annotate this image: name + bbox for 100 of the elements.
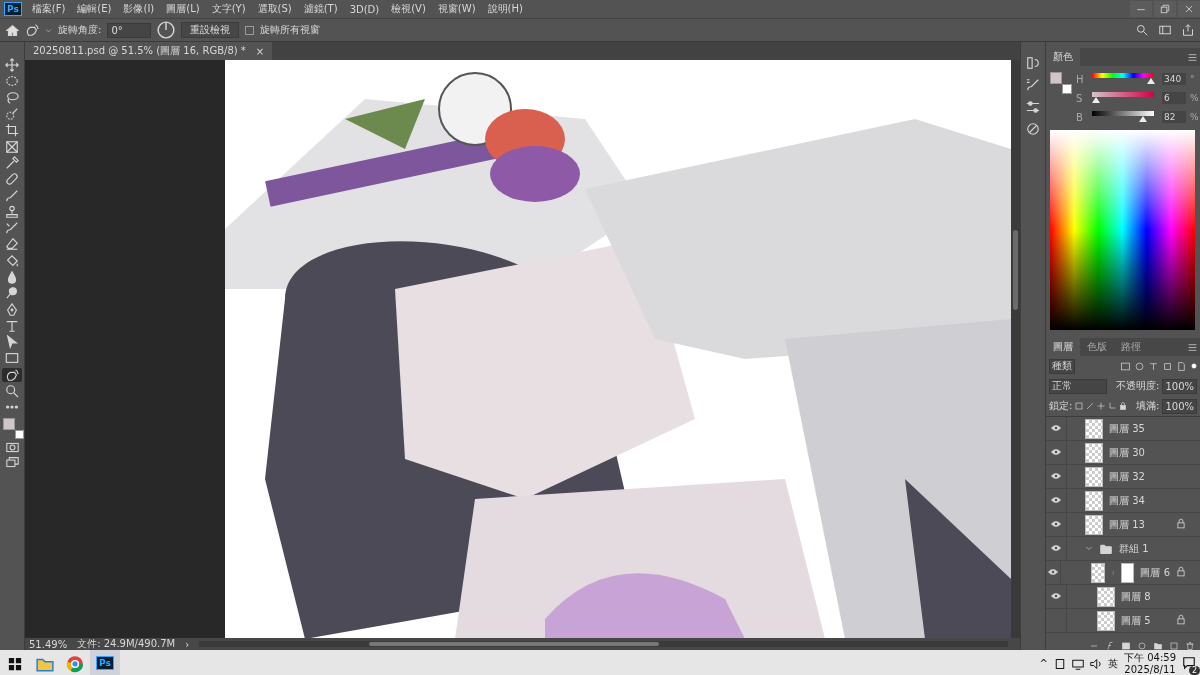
brush-icon[interactable] bbox=[1086, 402, 1095, 410]
eye-icon[interactable] bbox=[1047, 566, 1060, 577]
checkbox[interactable] bbox=[245, 25, 255, 35]
tray-caret[interactable]: ^ bbox=[1039, 658, 1048, 669]
menu-item[interactable]: 檢視(V) bbox=[389, 2, 428, 16]
pointer-icon[interactable] bbox=[5, 335, 19, 350]
rotate-hand-icon[interactable] bbox=[5, 367, 19, 382]
menu-item[interactable]: 檔案(F) bbox=[29, 2, 68, 16]
share-icon[interactable] bbox=[1182, 24, 1194, 36]
menu-item[interactable]: 文字(Y) bbox=[209, 2, 248, 16]
eye-icon[interactable] bbox=[1050, 542, 1062, 553]
device-icon[interactable] bbox=[1054, 657, 1066, 670]
layer-row[interactable]: 圖層 6 bbox=[1046, 561, 1200, 585]
group-row[interactable]: 群組 1 bbox=[1046, 537, 1200, 561]
close-button[interactable] bbox=[1178, 1, 1200, 17]
frame-icon[interactable] bbox=[5, 139, 19, 154]
eyedropper-icon[interactable] bbox=[5, 155, 19, 170]
layer-row[interactable]: 圖層 32 bbox=[1046, 465, 1200, 489]
browser-icon[interactable] bbox=[66, 654, 84, 673]
crop-icon[interactable] bbox=[5, 123, 19, 138]
stamp-icon[interactable] bbox=[5, 204, 19, 219]
foreground-swatch[interactable] bbox=[3, 417, 15, 430]
eye-icon[interactable] bbox=[1050, 590, 1062, 601]
type-tool-icon[interactable] bbox=[5, 318, 19, 333]
scrollbar[interactable] bbox=[1011, 60, 1020, 638]
adjustment-icon[interactable] bbox=[1026, 122, 1040, 136]
eye-icon[interactable] bbox=[1050, 518, 1062, 529]
lock-pixels-icon[interactable] bbox=[1075, 402, 1084, 410]
background-swatch[interactable] bbox=[15, 429, 24, 439]
photoshop-taskbar-button[interactable]: Ps bbox=[96, 655, 114, 670]
toggle-dot-icon[interactable] bbox=[1191, 363, 1197, 369]
history-icon[interactable] bbox=[1026, 56, 1040, 70]
text-filter-icon[interactable] bbox=[1149, 361, 1158, 371]
panel-menu-icon[interactable] bbox=[1188, 52, 1197, 62]
sliders-icon[interactable] bbox=[1026, 100, 1040, 114]
eye-icon[interactable] bbox=[1050, 422, 1062, 433]
panel-menu-icon[interactable] bbox=[1188, 342, 1197, 352]
lasso-icon[interactable] bbox=[5, 90, 19, 105]
angle-field[interactable]: 0° bbox=[107, 22, 152, 38]
brush-arrow-icon[interactable] bbox=[5, 221, 19, 236]
foreground-swatch[interactable] bbox=[1050, 72, 1062, 84]
move-icon[interactable] bbox=[5, 58, 19, 73]
layer-row[interactable]: 圖層 35 bbox=[1046, 417, 1200, 441]
dial-icon[interactable] bbox=[157, 21, 176, 39]
panel-tab[interactable]: 路徑 bbox=[1114, 338, 1148, 356]
panel-tab[interactable]: 圖層 bbox=[1046, 338, 1080, 356]
menu-item[interactable]: 圖層(L) bbox=[164, 2, 202, 16]
eye-icon[interactable] bbox=[1050, 494, 1062, 505]
filter-dropdown[interactable]: 種類 bbox=[1049, 358, 1075, 374]
eraser-icon[interactable] bbox=[5, 237, 19, 252]
scrollbar[interactable] bbox=[199, 641, 1008, 647]
fill-field[interactable]: 100% bbox=[1162, 398, 1197, 414]
menu-item[interactable]: 濾鏡(T) bbox=[301, 2, 340, 16]
pen-icon[interactable] bbox=[5, 302, 19, 317]
brush-icon[interactable] bbox=[5, 188, 19, 203]
menu-item[interactable]: 視窗(W) bbox=[435, 2, 478, 16]
image-filter-icon[interactable] bbox=[1121, 361, 1130, 371]
brush-circle-icon[interactable] bbox=[5, 107, 19, 122]
layer-row[interactable]: 圖層 13 bbox=[1046, 513, 1200, 537]
menu-item[interactable]: 3D(D) bbox=[347, 3, 382, 15]
rectangle-icon[interactable] bbox=[5, 351, 19, 366]
bucket-icon[interactable] bbox=[5, 253, 19, 268]
close-tab-button[interactable]: × bbox=[255, 45, 265, 57]
network-icon[interactable] bbox=[1072, 657, 1084, 670]
menu-item[interactable]: 影像(I) bbox=[121, 2, 157, 16]
layer-row[interactable]: 圖層 34 bbox=[1046, 489, 1200, 513]
brush-settings-icon[interactable] bbox=[1026, 78, 1040, 92]
value-field[interactable]: 6 bbox=[1162, 92, 1186, 104]
drop-icon[interactable] bbox=[5, 270, 19, 284]
adjustment-icon[interactable] bbox=[1138, 642, 1146, 650]
search-icon[interactable] bbox=[1136, 24, 1148, 36]
new-layer-icon[interactable] bbox=[1170, 642, 1178, 650]
layer-row[interactable]: 圖層 8 bbox=[1046, 585, 1200, 609]
value-field[interactable]: 82 bbox=[1162, 111, 1186, 123]
eye-icon[interactable] bbox=[1050, 470, 1062, 481]
eye-icon[interactable] bbox=[1050, 446, 1062, 457]
shape-filter-icon[interactable] bbox=[1163, 361, 1172, 371]
clock[interactable]: 下午 04:59 2025/8/11 bbox=[1124, 651, 1176, 675]
opacity-field[interactable]: 100% bbox=[1162, 378, 1197, 394]
document-tab[interactable]: 20250811.psd @ 51.5% (圖層 16, RGB/8) * × bbox=[25, 42, 273, 60]
trash-icon[interactable] bbox=[1186, 642, 1194, 650]
search-icon[interactable] bbox=[5, 384, 19, 399]
magnifier-icon[interactable] bbox=[5, 286, 19, 301]
smart-object-filter-icon[interactable] bbox=[1177, 361, 1186, 371]
value-field[interactable]: 340 bbox=[1162, 73, 1186, 85]
menu-item[interactable]: 編輯(E) bbox=[75, 2, 114, 16]
layer-row[interactable]: 圖層 5 bbox=[1046, 609, 1200, 633]
menu-item[interactable]: 選取(S) bbox=[255, 2, 294, 16]
app-logo[interactable]: Ps bbox=[4, 2, 22, 16]
blend-mode-dropdown[interactable]: 正常 bbox=[1049, 378, 1107, 394]
panel-tab[interactable]: 色版 bbox=[1080, 338, 1114, 356]
effects-icon[interactable] bbox=[1106, 642, 1114, 650]
color-spectrum[interactable] bbox=[1050, 130, 1195, 330]
adjustment-filter-icon[interactable] bbox=[1135, 361, 1144, 371]
lock-icon[interactable] bbox=[1119, 402, 1128, 410]
mask-mode-icon[interactable] bbox=[5, 440, 19, 454]
speaker-icon[interactable] bbox=[1090, 657, 1102, 670]
home-icon[interactable] bbox=[6, 23, 19, 37]
status-arrow[interactable]: › bbox=[185, 638, 190, 650]
mask-icon[interactable] bbox=[1122, 642, 1130, 650]
